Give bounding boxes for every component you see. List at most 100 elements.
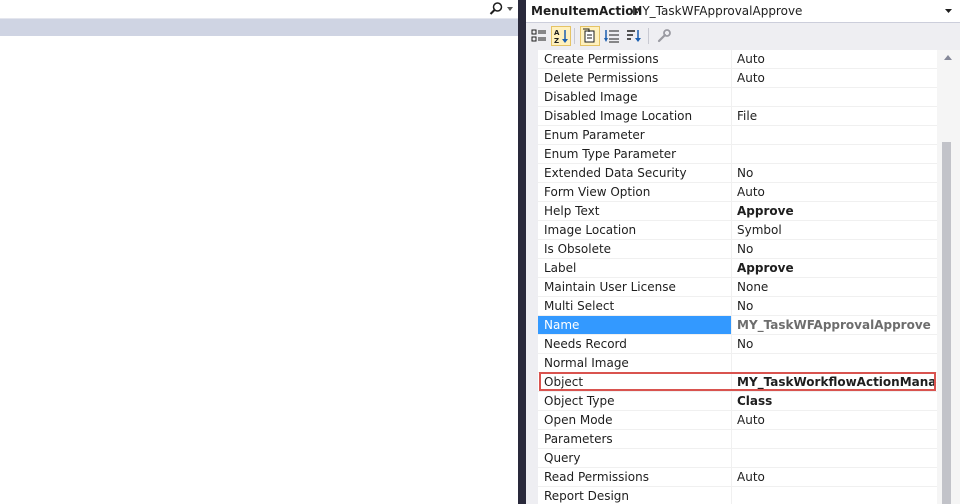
property-row[interactable]: Report Design — [538, 487, 949, 504]
pane-splitter[interactable] — [518, 0, 526, 504]
chevron-down-icon[interactable] — [945, 8, 952, 14]
property-value[interactable]: No — [733, 335, 938, 353]
property-row[interactable]: Object Type Class — [538, 392, 949, 411]
property-name[interactable]: Object Type — [538, 392, 732, 410]
property-name[interactable]: Open Mode — [538, 411, 732, 429]
property-value[interactable]: No — [733, 164, 938, 182]
property-row[interactable]: Open Mode Auto — [538, 411, 949, 430]
property-value[interactable]: Class — [733, 392, 938, 410]
property-row[interactable]: Is Obsolete No — [538, 240, 949, 259]
property-row[interactable]: Query — [538, 449, 949, 468]
property-name[interactable]: Label — [538, 259, 732, 277]
tools-button[interactable] — [654, 26, 674, 46]
property-grid: Create Permissions Auto Delete Permissions… — [538, 50, 949, 504]
property-name[interactable]: Disabled Image Location — [538, 107, 732, 125]
property-name[interactable]: Report Design — [538, 487, 732, 504]
property-value[interactable]: Auto — [733, 468, 938, 486]
editor-pane — [0, 0, 518, 504]
categorized-button[interactable] — [529, 26, 549, 46]
property-name[interactable]: Help Text — [538, 202, 732, 220]
events-list-icon — [604, 30, 619, 43]
property-name[interactable]: Parameters — [538, 430, 732, 448]
property-value[interactable] — [733, 145, 938, 163]
property-value[interactable]: No — [733, 297, 938, 315]
property-value[interactable]: No — [733, 240, 938, 258]
property-row[interactable]: Object MY_TaskWorkflowActionManager — [538, 373, 949, 392]
property-value[interactable] — [733, 126, 938, 144]
property-value[interactable]: Auto — [733, 50, 938, 68]
property-value[interactable] — [733, 487, 938, 504]
property-row[interactable]: Label Approve — [538, 259, 949, 278]
property-name[interactable]: Image Location — [538, 221, 732, 239]
property-value[interactable]: None — [733, 278, 938, 296]
property-name[interactable]: Enum Type Parameter — [538, 145, 732, 163]
property-row[interactable]: Form View Option Auto — [538, 183, 949, 202]
properties-toolbar: A Z — [526, 23, 960, 49]
property-row[interactable]: Delete Permissions Auto — [538, 69, 949, 88]
property-row[interactable]: Disabled Image — [538, 88, 949, 107]
scroll-up-icon[interactable] — [943, 54, 953, 61]
property-name[interactable]: Maintain User License — [538, 278, 732, 296]
property-row[interactable]: Extended Data Security No — [538, 164, 949, 183]
property-value[interactable]: Auto — [733, 183, 938, 201]
toolbar-separator — [648, 28, 649, 44]
property-name[interactable]: Delete Permissions — [538, 69, 732, 87]
property-name[interactable]: Form View Option — [538, 183, 732, 201]
property-name[interactable]: Enum Parameter — [538, 126, 732, 144]
property-value[interactable]: MY_TaskWFApprovalApprove — [733, 316, 938, 334]
property-name[interactable]: Multi Select — [538, 297, 732, 315]
property-value[interactable]: MY_TaskWorkflowActionManager — [733, 373, 938, 391]
property-name[interactable]: Query — [538, 449, 732, 467]
property-name[interactable]: Object — [538, 373, 732, 391]
object-selector[interactable]: MenuItemAction MY_TaskWFApprovalApprove — [526, 0, 960, 23]
search-icon[interactable] — [488, 1, 504, 17]
property-value[interactable] — [733, 354, 938, 372]
property-value[interactable]: Auto — [733, 69, 938, 87]
property-value[interactable] — [733, 88, 938, 106]
property-row[interactable]: Maintain User License None — [538, 278, 949, 297]
property-pages-button[interactable] — [580, 26, 600, 46]
property-name[interactable]: Extended Data Security — [538, 164, 732, 182]
property-value[interactable] — [733, 430, 938, 448]
property-row[interactable]: Enum Type Parameter — [538, 145, 949, 164]
property-value[interactable] — [733, 449, 938, 467]
property-row[interactable]: Read Permissions Auto — [538, 468, 949, 487]
events-button[interactable] — [602, 26, 622, 46]
object-name-label: MY_TaskWFApprovalApprove — [632, 4, 803, 18]
scrollbar-thumb[interactable] — [942, 142, 951, 504]
property-row[interactable]: Image Location Symbol — [538, 221, 949, 240]
property-row[interactable]: Needs Record No — [538, 335, 949, 354]
property-row[interactable]: Normal Image — [538, 354, 949, 373]
property-name[interactable]: Create Permissions — [538, 50, 732, 68]
property-row[interactable]: Disabled Image Location File — [538, 107, 949, 126]
alphabetical-button[interactable]: A Z — [551, 26, 571, 46]
sort-button[interactable] — [624, 26, 644, 46]
grid-gutter — [526, 50, 538, 504]
search-bar[interactable] — [0, 0, 518, 19]
property-row[interactable]: Create Permissions Auto — [538, 50, 949, 69]
property-row[interactable]: Parameters — [538, 430, 949, 449]
vertical-scrollbar[interactable] — [937, 50, 960, 504]
property-name[interactable]: Needs Record — [538, 335, 732, 353]
property-row[interactable]: Multi Select No — [538, 297, 949, 316]
properties-panel: MenuItemAction MY_TaskWFApprovalApprove … — [526, 0, 960, 504]
property-value[interactable]: Auto — [733, 411, 938, 429]
property-name[interactable]: Name — [538, 316, 732, 334]
chevron-down-icon[interactable] — [506, 5, 514, 13]
sort-descending-icon — [627, 30, 641, 42]
property-name[interactable]: Is Obsolete — [538, 240, 732, 258]
property-name[interactable]: Disabled Image — [538, 88, 732, 106]
property-value[interactable]: Approve — [733, 259, 938, 277]
property-value[interactable]: Approve — [733, 202, 938, 220]
property-row[interactable]: Name MY_TaskWFApprovalApprove — [538, 316, 949, 335]
toolbar-separator — [574, 28, 575, 44]
property-row[interactable]: Enum Parameter — [538, 126, 949, 145]
property-name[interactable]: Normal Image — [538, 354, 732, 372]
property-value[interactable]: File — [733, 107, 938, 125]
property-value[interactable]: Symbol — [733, 221, 938, 239]
svg-text:Z: Z — [554, 37, 559, 44]
svg-text:A: A — [554, 29, 560, 37]
wrench-icon — [657, 29, 671, 43]
property-name[interactable]: Read Permissions — [538, 468, 732, 486]
property-row[interactable]: Help Text Approve — [538, 202, 949, 221]
